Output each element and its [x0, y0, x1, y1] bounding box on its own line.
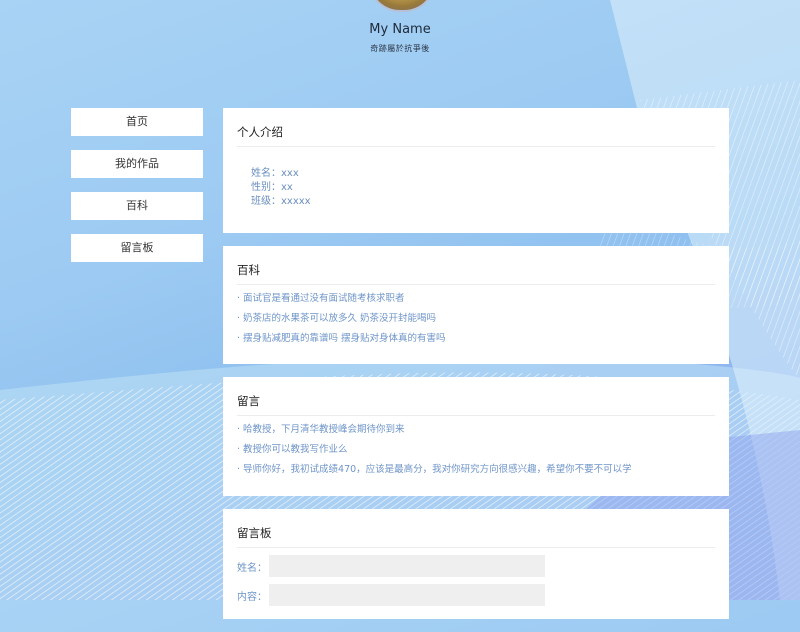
- messages-links: · 哈教授，下月清华教授峰会期待你到来 · 教授你可以教我写作业么 · 导师你好…: [237, 416, 715, 480]
- content-label: 内容：: [237, 591, 267, 603]
- encyclopedia-title: 百科: [237, 246, 715, 285]
- content-row: 内容：: [237, 584, 715, 606]
- encyclopedia-link[interactable]: · 摆身贴减肥真的靠谱吗 摆身贴对身体真的有害吗: [237, 329, 715, 349]
- encyclopedia-link[interactable]: · 面试官是看通过没有面试随考核求职者: [237, 289, 715, 309]
- message-board-title: 留言板: [237, 509, 715, 548]
- sidebar-nav: 首页 我的作品 百科 留言板: [71, 108, 203, 276]
- encyclopedia-link[interactable]: · 奶茶店的水果茶可以放多久 奶茶没开封能喝吗: [237, 309, 715, 329]
- intro-card: 个人介绍 姓名：xxx 性别：xx 班级：xxxxx: [223, 108, 729, 233]
- profile-name: My Name: [369, 22, 431, 37]
- profile-motto: 奇跡屬於抗爭後: [370, 44, 430, 53]
- message-link[interactable]: · 哈教授，下月清华教授峰会期待你到来: [237, 420, 715, 440]
- messages-title: 留言: [237, 377, 715, 416]
- message-link[interactable]: · 导师你好，我初试成绩470，应该是最高分，我对你研究方向很感兴趣，希望你不要…: [237, 460, 715, 480]
- content-field[interactable]: [269, 584, 545, 606]
- message-link[interactable]: · 教授你可以教我写作业么: [237, 440, 715, 460]
- intro-gender: 性别：xx: [251, 182, 293, 193]
- nav-item-message-board[interactable]: 留言板: [71, 234, 203, 262]
- encyclopedia-card: 百科 · 面试官是看通过没有面试随考核求职者 · 奶茶店的水果茶可以放多久 奶茶…: [223, 246, 729, 364]
- main-content: 个人介绍 姓名：xxx 性别：xx 班级：xxxxx 百科 · 面试官是看通过没…: [223, 108, 729, 632]
- intro-class: 班级：xxxxx: [251, 196, 311, 207]
- nav-item-home[interactable]: 首页: [71, 108, 203, 136]
- intro-title: 个人介绍: [237, 108, 715, 147]
- intro-list: 姓名：xxx 性别：xx 班级：xxxxx: [237, 147, 715, 209]
- encyclopedia-links: · 面试官是看通过没有面试随考核求职者 · 奶茶店的水果茶可以放多久 奶茶没开封…: [237, 285, 715, 349]
- name-label: 姓名：: [237, 562, 267, 574]
- nav-item-works[interactable]: 我的作品: [71, 150, 203, 178]
- intro-name: 姓名：xxx: [251, 168, 299, 179]
- name-field[interactable]: [269, 555, 545, 577]
- nav-item-encyclopedia[interactable]: 百科: [71, 192, 203, 220]
- message-board-card: 留言板 姓名： 内容：: [223, 509, 729, 619]
- messages-card: 留言 · 哈教授，下月清华教授峰会期待你到来 · 教授你可以教我写作业么 · 导…: [223, 377, 729, 496]
- name-row: 姓名：: [237, 555, 715, 577]
